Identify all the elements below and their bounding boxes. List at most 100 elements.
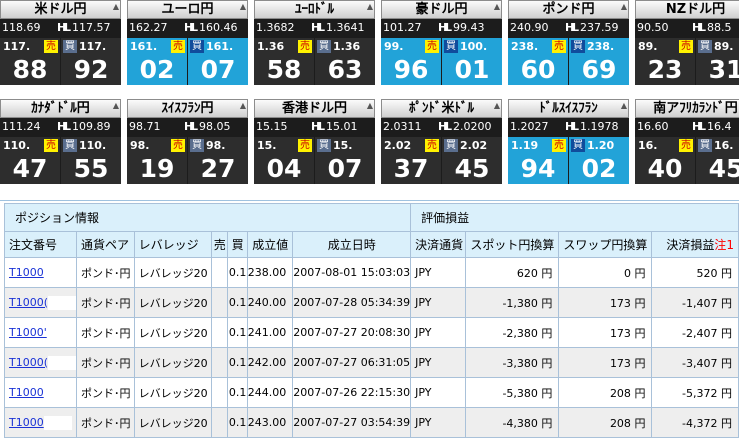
order-link[interactable]: T1000(: [9, 356, 48, 369]
buy-button[interactable]: 買 15. 07: [315, 137, 375, 184]
order-no-cell: T1000(: [3, 347, 78, 378]
expand-arrow-icon[interactable]: ▲: [113, 102, 119, 110]
buy-button[interactable]: 買 238. 69: [569, 38, 629, 85]
sell-button[interactable]: 15. 売 04: [254, 137, 314, 184]
pnl-cell: -3,407 円: [651, 347, 739, 378]
rate-tile[interactable]: 南アﾌﾘｶﾗﾝﾄﾞ円▲16.60HL16.416.売40買16.45: [635, 99, 739, 184]
low-value: 160.46: [199, 21, 238, 34]
sell-button[interactable]: 98. 売 19: [127, 137, 187, 184]
buy-price-pips: 63: [327, 55, 363, 84]
spot-cell: -2,380 円: [465, 317, 560, 348]
rate-tile[interactable]: NZドル円▲90.50HL88.589.売23買89.31: [635, 0, 739, 85]
tile-title: 豪ドル円 ▲: [381, 0, 502, 19]
expand-arrow-icon[interactable]: ▲: [113, 3, 119, 11]
sell-button[interactable]: 99. 売 96: [381, 38, 441, 85]
buy-price-pips: 45: [708, 154, 739, 183]
expand-arrow-icon[interactable]: ▲: [367, 3, 373, 11]
currency-cell: JPY: [410, 287, 467, 318]
order-no-cell: T1000(: [3, 287, 78, 318]
swap-value: 173: [609, 296, 631, 310]
sell-button[interactable]: 1.19 売 94: [508, 137, 568, 184]
high-value: 15.15: [256, 120, 288, 133]
sell-price-prefix: 99.: [384, 40, 404, 53]
buy-tag: 買: [317, 40, 331, 53]
sell-button[interactable]: 16. 売 40: [635, 137, 695, 184]
buy-button[interactable]: 買 1.20 02: [569, 137, 629, 184]
rate-tile[interactable]: 香港ドル円 ▲ 15.15 H L 15.01 15. 売 04 買 15. 07: [254, 99, 375, 184]
buy-button[interactable]: 買 110. 55: [61, 137, 121, 184]
buy-qty-cell: 0.1: [227, 257, 248, 288]
date-cell: 2007-07-26 22:15:30: [292, 377, 412, 408]
buy-price-pips: 07: [200, 55, 236, 84]
tile-title: NZドル円▲: [635, 0, 739, 19]
sell-button[interactable]: 161. 売 02: [127, 38, 187, 85]
sell-button[interactable]: 2.02 売 37: [381, 137, 441, 184]
rate-tile[interactable]: ﾕｰﾛﾄﾞﾙ ▲ 1.3682 H L 1.3641 1.36 売 58 買 1.36 63: [254, 0, 375, 85]
low-value: 117.57: [72, 21, 111, 34]
rate-tile[interactable]: ﾎﾟﾝﾄﾞ米ﾄﾞﾙ ▲ 2.0311 H L 2.0200 2.02 売 37 買 2.02 45: [381, 99, 502, 184]
sell-button[interactable]: 110. 売 47: [0, 137, 60, 184]
high-value: 101.27: [383, 21, 422, 34]
high-value: 1.2027: [510, 120, 549, 133]
high-low-row: 2.0311 H L 2.0200: [381, 119, 502, 136]
order-link[interactable]: T1000: [9, 386, 44, 399]
leverage-cell: レバレッジ20: [133, 407, 213, 438]
pnl-cell: -2,407 円: [651, 317, 739, 348]
positions-table: ポジション情報 評価損益 注文番号 通貨ペア レバレッジ 売 買 成立値 成立日…: [3, 203, 739, 438]
high-low-row: 16.60 H L 16.4: [635, 119, 739, 136]
rate-tile[interactable]: ポンド円 ▲ 240.90 H L 237.59 238. 売 60 買 238. 69: [508, 0, 629, 85]
spot-cell: -3,380 円: [465, 347, 560, 378]
buy-button[interactable]: 買 117. 92: [61, 38, 121, 85]
sell-price-pips: 23: [647, 55, 683, 84]
sell-price-pips: 40: [647, 154, 683, 183]
order-link[interactable]: T1000: [9, 266, 44, 279]
rate-tile[interactable]: 豪ドル円 ▲ 101.27 H L 99.43 99. 売 96 買 100. 01: [381, 0, 502, 85]
sell-button[interactable]: 117. 売 88: [0, 38, 60, 85]
buy-button[interactable]: 買 2.02 45: [442, 137, 502, 184]
buy-price-prefix: 98.: [206, 139, 226, 152]
buy-button[interactable]: 買 98. 27: [188, 137, 248, 184]
expand-arrow-icon[interactable]: ▲: [621, 3, 627, 11]
order-link[interactable]: T1000: [9, 416, 44, 429]
tile-title: ﾎﾟﾝﾄﾞ米ﾄﾞﾙ ▲: [381, 99, 502, 118]
sell-button[interactable]: 238. 売 60: [508, 38, 568, 85]
sell-qty-cell: [211, 257, 229, 288]
rate-tile[interactable]: ﾄﾞﾙｽｲｽﾌﾗﾝ ▲ 1.2027 H L 1.1978 1.19 売 94 買 1.20 02: [508, 99, 629, 184]
order-link[interactable]: T1000': [9, 326, 47, 339]
swap-value: 0: [623, 266, 631, 280]
position-row: T1000' ポンド･円 レバレッジ20 0.1 241.00 2007-07-27 20…: [3, 317, 739, 348]
buy-qty-cell: 0.1: [227, 377, 248, 408]
pnl-cell: 520 円: [651, 257, 739, 288]
col-pair: 通貨ペア: [76, 231, 135, 258]
buy-qty-cell: 0.1: [227, 317, 248, 348]
price-cell: 240.00: [246, 287, 294, 318]
high-value: 111.24: [2, 120, 41, 133]
buy-button[interactable]: 買 16. 45: [696, 137, 739, 184]
sell-price-prefix: 1.19: [511, 139, 539, 152]
expand-arrow-icon[interactable]: ▲: [240, 102, 246, 110]
rate-tile[interactable]: 米ドル円 ▲ 118.69 H L 117.57 117. 売 88 買 117. 92: [0, 0, 121, 85]
buy-button[interactable]: 買 161. 07: [188, 38, 248, 85]
sell-button[interactable]: 1.36 売 58: [254, 38, 314, 85]
order-link[interactable]: T1000(: [9, 296, 48, 309]
sell-button[interactable]: 89. 売 23: [635, 38, 695, 85]
yen-unit: 円: [541, 326, 553, 340]
swap-cell: 208 円: [558, 377, 653, 408]
pnl-cell: -1,407 円: [651, 287, 739, 318]
expand-arrow-icon[interactable]: ▲: [367, 102, 373, 110]
yen-unit: 円: [721, 326, 732, 340]
rate-tile[interactable]: ｶﾅﾀﾞﾄﾞﾙ円 ▲ 111.24 H L 109.89 110. 売 47 買 110. 55: [0, 99, 121, 184]
swap-value: 173: [609, 356, 631, 370]
rate-tile[interactable]: ユーロ円 ▲ 162.27 H L 160.46 161. 売 02 買 161. 07: [127, 0, 248, 85]
buy-qty-cell: 0.1: [227, 347, 248, 378]
buy-button[interactable]: 買 100. 01: [442, 38, 502, 85]
high-value: 240.90: [510, 21, 549, 34]
buy-button[interactable]: 買 89. 31: [696, 38, 739, 85]
expand-arrow-icon[interactable]: ▲: [240, 3, 246, 11]
buy-button[interactable]: 買 1.36 63: [315, 38, 375, 85]
col-pnl-label: 決済損益: [666, 238, 715, 252]
expand-arrow-icon[interactable]: ▲: [494, 102, 500, 110]
rate-tile[interactable]: ｽｲｽﾌﾗﾝ円 ▲ 98.71 H L 98.05 98. 売 19 買 98. 27: [127, 99, 248, 184]
expand-arrow-icon[interactable]: ▲: [621, 102, 627, 110]
expand-arrow-icon[interactable]: ▲: [494, 3, 500, 11]
